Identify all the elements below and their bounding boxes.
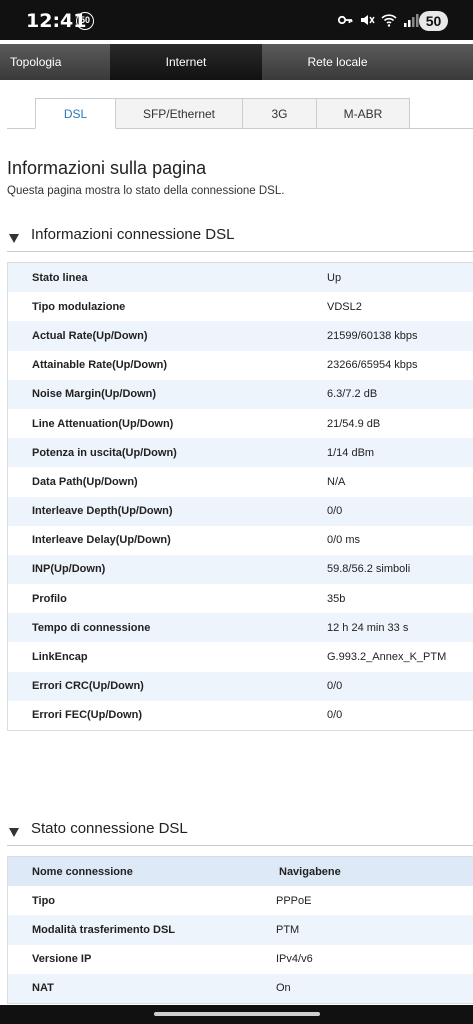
row-value: 6.3/7.2 dB (327, 388, 378, 401)
row-value: 0/0 (327, 505, 343, 518)
table-row: Interleave Depth(Up/Down) 0/0 (8, 496, 473, 526)
row-key: Profilo (32, 592, 67, 605)
row-key: Noise Margin(Up/Down) (32, 388, 157, 401)
section-title: Stato connessione DSL (31, 820, 188, 837)
key-icon (337, 15, 353, 25)
tab-3g[interactable]: 3G (243, 98, 317, 129)
row-value: 1/14 dBm (327, 446, 375, 459)
table-row: Stato linea Up (8, 263, 473, 293)
table-row: Errori FEC(Up/Down) 0/0 (8, 700, 473, 730)
row-key: Line Attenuation(Up/Down) (32, 417, 174, 430)
section-title: Informazioni connessione DSL (31, 226, 235, 243)
table-row: LinkEncap G.993.2_Annex_K_PTM (8, 642, 473, 672)
row-value: Up (327, 271, 342, 284)
home-gesture-pill[interactable] (154, 1012, 320, 1016)
table-row: Data Path(Up/Down) N/A (8, 467, 473, 497)
row-value: N/A (327, 475, 346, 488)
table-row: NAT On (8, 973, 473, 1003)
row-value: 0/0 ms (327, 534, 361, 547)
nav-topologia[interactable]: Topologia (0, 44, 110, 80)
table-row: Errori CRC(Up/Down) 0/0 (8, 671, 473, 701)
table-header-row: Nome connessione Navigabene (8, 857, 473, 887)
table-row: Versione IP IPv4/v6 (8, 944, 473, 974)
nav-rete-locale[interactable]: Rete locale (262, 44, 473, 80)
collapse-triangle-icon[interactable] (9, 234, 19, 243)
status-icons (337, 12, 419, 28)
row-value: 35b (327, 592, 346, 605)
battery-indicator: 50 (419, 11, 448, 31)
row-value: PPPoE (276, 894, 312, 907)
top-nav: Topologia Internet Rete locale (0, 40, 473, 80)
table-row: Tipo modulazione VDSL2 (8, 292, 473, 322)
row-value: 21/54.9 dB (327, 417, 381, 430)
header-value: Navigabene (279, 865, 341, 878)
system-nav-bar (0, 1005, 473, 1024)
table-row: Attainable Rate(Up/Down) 23266/65954 kbps (8, 350, 473, 380)
row-key: Modalità trasferimento DSL (32, 923, 176, 936)
row-value: 59.8/56.2 simboli (327, 563, 411, 576)
tab-m-abr[interactable]: M-ABR (317, 98, 410, 129)
table-row: Actual Rate(Up/Down) 21599/60138 kbps (8, 321, 473, 351)
table-row: Interleave Delay(Up/Down) 0/0 ms (8, 525, 473, 555)
row-key: Tempo di connessione (32, 621, 151, 634)
section-dsl-status-header[interactable]: Stato connessione DSL (7, 818, 473, 846)
table-row: Tipo PPPoE (8, 886, 473, 916)
row-value: VDSL2 (327, 300, 362, 313)
header-key: Nome connessione (32, 865, 133, 878)
section-dsl-info-header[interactable]: Informazioni connessione DSL (7, 224, 473, 252)
row-value: G.993.2_Annex_K_PTM (327, 651, 447, 664)
row-key: Tipo modulazione (32, 300, 126, 313)
row-key: Tipo (32, 894, 56, 907)
tab-dsl[interactable]: DSL (35, 98, 116, 129)
row-key: NAT (32, 982, 54, 995)
row-value: 0/0 (327, 709, 343, 722)
row-key: Potenza in uscita(Up/Down) (32, 446, 177, 459)
row-value: 0/0 (327, 680, 343, 693)
tab-sfp-ethernet[interactable]: SFP/Ethernet (116, 98, 243, 129)
nav-internet[interactable]: Internet (110, 44, 262, 80)
row-value: IPv4/v6 (276, 953, 313, 966)
page-title: Informazioni sulla pagina (7, 158, 207, 178)
row-key: Data Path(Up/Down) (32, 475, 138, 488)
row-value: 23266/65954 kbps (327, 359, 418, 372)
row-value: 21599/60138 kbps (327, 329, 418, 342)
dsl-status-table: Nome connessione Navigabene Tipo PPPoE Mod… (7, 856, 473, 1004)
row-key: Interleave Depth(Up/Down) (32, 505, 173, 518)
table-row: Tempo di connessione 12 h 24 min 33 s (8, 613, 473, 643)
sub-tabs: DSL SFP/Ethernet 3G M-ABR (35, 98, 410, 129)
table-row: INP(Up/Down) 59.8/56.2 simboli (8, 554, 473, 585)
row-key: Attainable Rate(Up/Down) (32, 359, 168, 372)
dsl-info-table: Stato linea Up Tipo modulazione VDSL2 Actu… (7, 262, 473, 731)
row-value: PTM (276, 923, 300, 936)
row-key: Stato linea (32, 271, 88, 284)
mute-icon (361, 15, 375, 25)
table-row: Line Attenuation(Up/Down) 21/54.9 dB (8, 408, 473, 439)
row-key: INP(Up/Down) (32, 563, 106, 576)
table-row: Noise Margin(Up/Down) 6.3/7.2 dB (8, 379, 473, 409)
row-key: Versione IP (32, 953, 92, 966)
collapse-triangle-icon[interactable] (9, 828, 19, 837)
notification-badge: 50 (76, 12, 94, 30)
table-row: Potenza in uscita(Up/Down) 1/14 dBm (8, 438, 473, 468)
signal-icon (404, 14, 419, 27)
row-key: Interleave Delay(Up/Down) (32, 534, 171, 547)
status-bar: 12:41 50 50 (0, 0, 473, 40)
row-key: Errori CRC(Up/Down) (32, 680, 144, 693)
table-row: Profilo 35b (8, 584, 473, 614)
row-key: Errori FEC(Up/Down) (32, 709, 142, 722)
row-key: Actual Rate(Up/Down) (32, 329, 148, 342)
row-key: LinkEncap (32, 651, 88, 664)
table-row: Modalità trasferimento DSL PTM (8, 915, 473, 945)
row-value: 12 h 24 min 33 s (327, 621, 409, 634)
wifi-icon (381, 14, 397, 27)
page-description: Questa pagina mostra lo stato della conn… (7, 185, 285, 197)
row-value: On (276, 982, 291, 995)
